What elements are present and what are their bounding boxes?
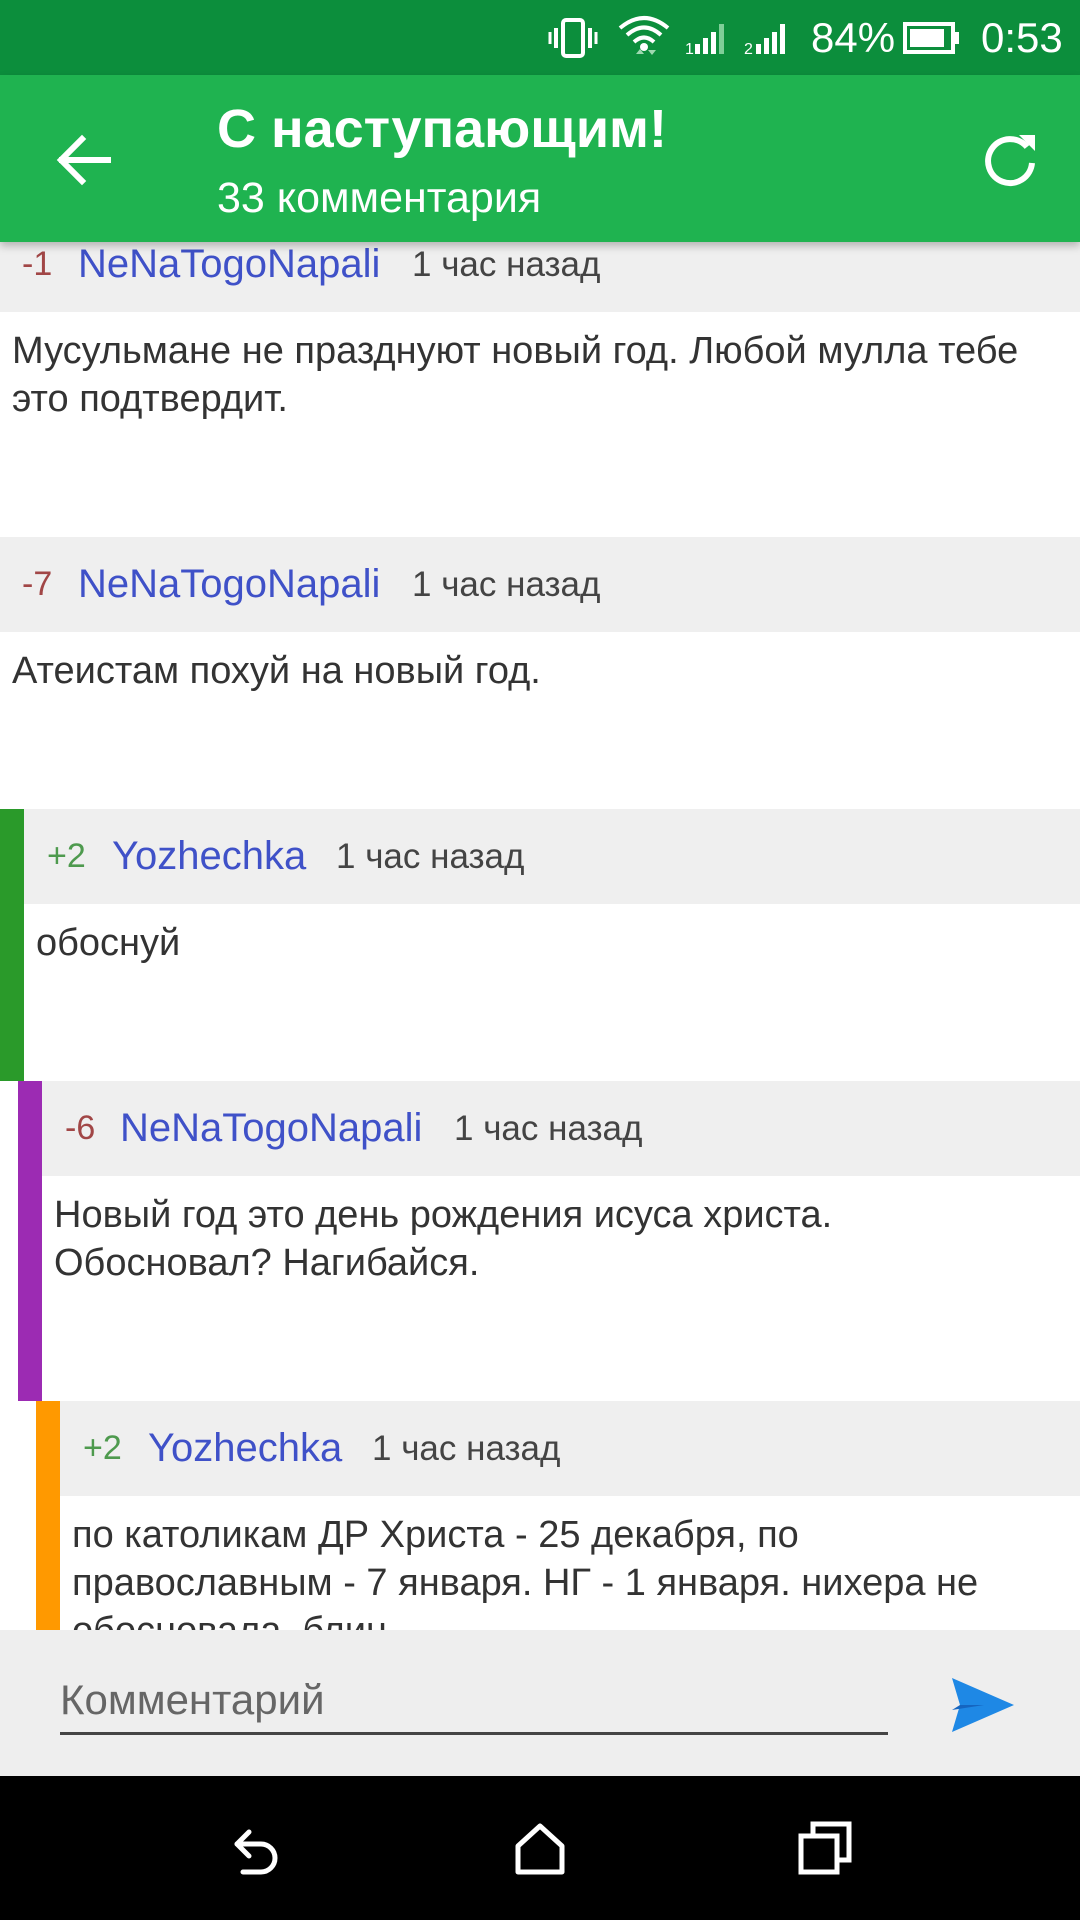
- comment-text: Атеистам похуй на новый год.: [12, 650, 541, 692]
- comment-count: 33 комментария: [217, 174, 542, 222]
- comment-header: +2 Yozhechka 1 час назад: [60, 1401, 1080, 1496]
- page-title: С наступающим!: [217, 99, 667, 159]
- comment-input[interactable]: [60, 1668, 888, 1735]
- comment-author[interactable]: NeNaTogoNapali: [78, 242, 380, 312]
- refresh-icon[interactable]: [975, 125, 1045, 195]
- comment-time: 1 час назад: [336, 837, 525, 876]
- comment-author[interactable]: NeNaTogoNapali: [120, 1081, 422, 1176]
- comment-author[interactable]: Yozhechka: [148, 1401, 342, 1496]
- comment-header: +2 Yozhechka 1 час назад: [24, 809, 1080, 904]
- clock: 0:53: [981, 14, 1063, 61]
- comment-list[interactable]: -1 NeNaTogoNapali 1 час назад Мусульмане…: [0, 242, 1080, 1630]
- svg-text:1: 1: [685, 41, 694, 58]
- comment-score: +2: [47, 837, 86, 875]
- vibrate-icon: [548, 18, 598, 58]
- comment-time: 1 час назад: [412, 565, 601, 604]
- comment-time: 1 час назад: [412, 245, 601, 284]
- comment-time: 1 час назад: [454, 1109, 643, 1148]
- status-bar: 1 2 84% 0:53: [0, 0, 1080, 75]
- send-icon[interactable]: [948, 1670, 1018, 1740]
- navigation-bar: [0, 1776, 1080, 1920]
- comment-score: -6: [65, 1109, 96, 1147]
- wifi-icon: [618, 16, 670, 55]
- comment: -6 NeNaTogoNapali 1 час назад Новый год …: [0, 1081, 1080, 1401]
- thread-indicator: [0, 809, 24, 1081]
- thread-indicator: [36, 1401, 60, 1630]
- comment-composer: [0, 1630, 1080, 1776]
- comment: +2 Yozhechka 1 час назад по католикам ДР…: [0, 1401, 1080, 1630]
- comment-author[interactable]: Yozhechka: [112, 809, 306, 904]
- comment-header: -7 NeNaTogoNapali 1 час назад: [0, 537, 1080, 632]
- app-bar: С наступающим! 33 комментария: [0, 75, 1080, 242]
- battery-percent: 84%: [811, 14, 896, 61]
- comment-score: +2: [83, 1429, 122, 1467]
- comment-text: Мусульмане не празднуют новый год. Любой…: [12, 330, 1019, 420]
- home-icon[interactable]: [510, 1818, 570, 1878]
- signal-1-icon: 1: [685, 24, 724, 58]
- arrow-left-icon[interactable]: [50, 125, 120, 195]
- comment-score: -7: [22, 565, 53, 603]
- comment-header: -1 NeNaTogoNapali 1 час назад: [0, 242, 1080, 312]
- battery-icon: [903, 22, 959, 54]
- comment-time: 1 час назад: [372, 1429, 561, 1468]
- comment-header: -6 NeNaTogoNapali 1 час назад: [42, 1081, 1080, 1176]
- back-nav-icon[interactable]: [225, 1818, 285, 1878]
- signal-2-icon: 2: [744, 24, 785, 58]
- comment-score: -1: [22, 245, 53, 283]
- comment: -7 NeNaTogoNapali 1 час назад Атеистам п…: [0, 537, 1080, 712]
- comment-author[interactable]: NeNaTogoNapali: [78, 537, 380, 632]
- comment-text: по католикам ДР Христа - 25 декабря, по …: [72, 1514, 979, 1630]
- thread-indicator: [18, 1081, 42, 1401]
- comment: +2 Yozhechka 1 час назад обоснуй: [0, 809, 1080, 1081]
- comment-text: обоснуй: [36, 922, 181, 964]
- comment: -1 NeNaTogoNapali 1 час назад Мусульмане…: [0, 242, 1080, 462]
- svg-text:2: 2: [744, 41, 753, 58]
- recents-icon[interactable]: [795, 1818, 855, 1878]
- comment-text: Новый год это день рождения исуса христа…: [54, 1194, 833, 1284]
